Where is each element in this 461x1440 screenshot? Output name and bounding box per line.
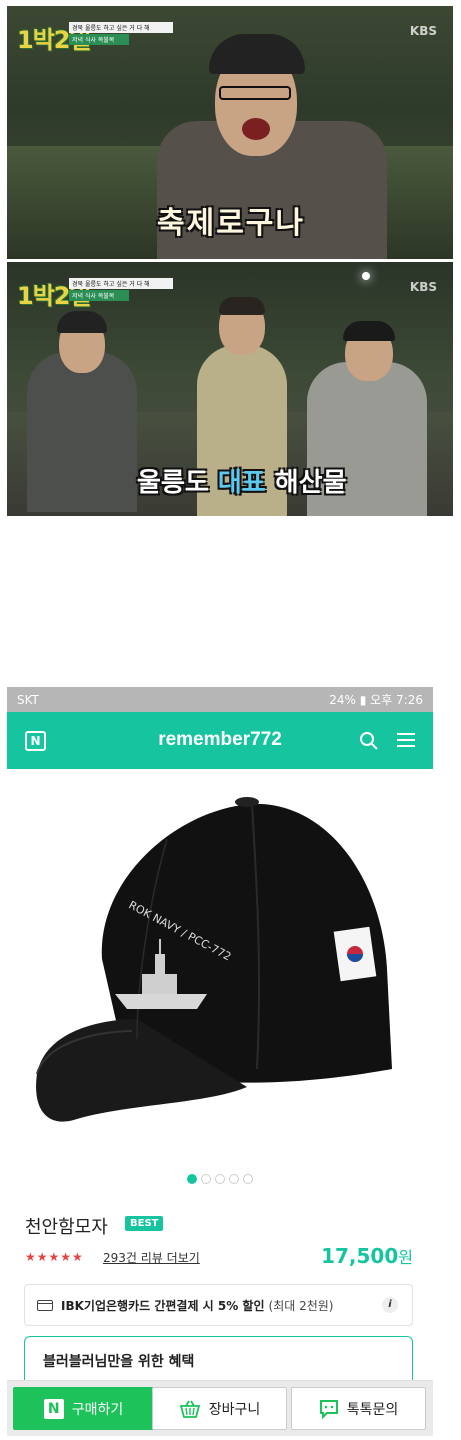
caption-top: 경북 울릉도 하고 싶은 거 다 해 — [69, 278, 173, 289]
carousel-dot[interactable] — [229, 1174, 239, 1184]
cart-label: 장바구니 — [208, 1401, 261, 1418]
episode-caption: 경북 울릉도 하고 싶은 거 다 해 저녁 식사 복불복 — [69, 278, 173, 301]
subtitle-part-a: 울릉도 — [137, 468, 209, 498]
tv-subtitle: 울릉도 대표 해산물 — [137, 462, 347, 499]
price-value: 17,500 — [321, 1244, 399, 1268]
tv-subtitle: 축제로구나 — [157, 206, 305, 241]
card-discount-banner[interactable]: IBK기업은행카드 간편결제 시 5% 할인 (최대 2천원) i — [24, 1284, 413, 1326]
channel-logo: KBS — [409, 24, 437, 38]
carousel-indicator — [7, 1169, 433, 1188]
carousel-dot[interactable] — [243, 1174, 253, 1184]
info-icon[interactable]: i — [382, 1297, 398, 1313]
carousel-dot[interactable] — [201, 1174, 211, 1184]
price-currency: 원 — [398, 1248, 413, 1267]
product-name: 천안함모자 — [25, 1217, 108, 1238]
talk-label: 톡톡문의 — [346, 1401, 399, 1418]
caption-bottom: 저녁 식사 복불복 — [69, 34, 129, 45]
light — [362, 272, 370, 280]
carrier-label: SKT — [17, 692, 39, 707]
benefit-title: 블러블러님만을 위한 혜택 — [43, 1354, 195, 1370]
status-right: 24% ▮ 오후 7:26 — [329, 693, 423, 707]
best-badge: BEST — [125, 1216, 164, 1231]
caption-top: 경북 울릉도 하고 싶은 거 다 해 — [69, 22, 173, 33]
credit-card-icon — [37, 1299, 53, 1311]
reviews-link[interactable]: 293건 리뷰 더보기 — [103, 1249, 200, 1266]
bottom-action-bar: N 구매하기 장바구니 톡톡문의 — [7, 1380, 433, 1436]
app-bar: N remember772 — [7, 712, 433, 769]
subtitle-part-c: 해산물 — [274, 468, 347, 498]
status-bar: SKT 24% ▮ 오후 7:26 — [7, 687, 433, 712]
caption-bottom: 저녁 식사 복불복 — [69, 290, 129, 301]
buy-label: 구매하기 — [71, 1401, 124, 1418]
rating-stars: ★★★★★ — [25, 1250, 84, 1264]
tv-screenshot-2: 1박2일 경북 울릉도 하고 싶은 거 다 해 저녁 식사 복불복 KBS 울릉… — [7, 262, 453, 516]
product-image-carousel[interactable]: ROK NAVY / PCC-772 — [7, 769, 433, 1195]
talk-button[interactable]: 톡톡문의 — [291, 1387, 426, 1430]
cap-image: ROK NAVY / PCC-772 — [36, 797, 392, 1122]
menu-icon[interactable] — [397, 732, 415, 748]
episode-caption: 경북 울릉도 하고 싶은 거 다 해 저녁 식사 복불복 — [69, 22, 173, 45]
naver-pay-icon: N — [43, 1398, 64, 1419]
card-discount-text: IBK기업은행카드 간편결제 시 5% 할인 — [61, 1298, 265, 1313]
carousel-dot[interactable] — [187, 1174, 197, 1184]
buy-button[interactable]: N 구매하기 — [13, 1387, 154, 1430]
search-icon[interactable] — [359, 731, 379, 751]
carousel-dot[interactable] — [215, 1174, 225, 1184]
cart-button[interactable]: 장바구니 — [152, 1387, 287, 1430]
card-discount-sub: (최대 2천원) — [268, 1298, 334, 1313]
channel-logo: KBS — [409, 280, 437, 294]
chat-bubble-icon — [319, 1399, 338, 1419]
tv-screenshot-1: 1박2일 경북 울릉도 하고 싶은 거 다 해 저녁 식사 복불복 KBS 축제… — [7, 6, 453, 259]
basket-icon — [179, 1400, 200, 1418]
subtitle-part-b: 대표 — [217, 468, 266, 498]
product-price: 17,500원 — [321, 1244, 413, 1268]
